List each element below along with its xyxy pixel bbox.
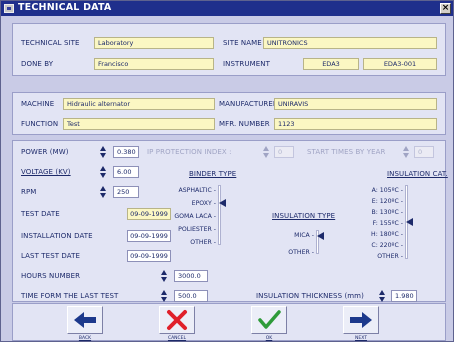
- instrument-field-1[interactable]: EDA3: [303, 58, 359, 70]
- binder-option[interactable]: EPOXY -: [161, 200, 216, 207]
- insulation-thickness-spinner[interactable]: [379, 290, 386, 302]
- machine-label: MACHINE: [21, 100, 55, 108]
- mfr-number-label: MFR. NUMBER: [219, 120, 270, 128]
- insulation-cat-option[interactable]: C: 220ºC -: [350, 242, 403, 249]
- rpm-field[interactable]: 250: [113, 186, 139, 198]
- insulation-type-option[interactable]: MICA -: [273, 232, 314, 239]
- cancel-x-icon: [167, 310, 187, 330]
- binder-type-pointer-icon[interactable]: [219, 199, 226, 207]
- power-spinner[interactable]: [100, 146, 107, 158]
- ip-protection-label: IP PROTECTION INDEX :: [147, 148, 232, 156]
- hours-number-label: HOURS NUMBER: [21, 272, 81, 280]
- ip-protection-field[interactable]: 0: [274, 146, 294, 158]
- voltage-label: VOLTAGE (KV): [21, 168, 71, 176]
- manufacturer-label: MANUFACTURER: [219, 100, 278, 108]
- back-arrow-icon: [74, 312, 96, 328]
- time-last-test-field[interactable]: 500.0: [174, 290, 208, 302]
- start-times-label: START TIMES BY YEAR: [307, 148, 386, 156]
- insulation-cat-option[interactable]: B: 130ºC -: [350, 209, 403, 216]
- done-by-field[interactable]: Francisco: [94, 58, 214, 70]
- manufacturer-field[interactable]: UNIRAVIS: [274, 98, 437, 110]
- time-last-test-spinner[interactable]: [161, 290, 168, 302]
- instrument-field-2[interactable]: EDA3-001: [363, 58, 437, 70]
- title-bar: TECHNICAL DATA ×: [1, 1, 453, 16]
- rpm-spinner[interactable]: [100, 186, 107, 198]
- voltage-field[interactable]: 6.00: [113, 166, 139, 178]
- ok-button[interactable]: [251, 306, 287, 334]
- next-button[interactable]: [343, 306, 379, 334]
- binder-option[interactable]: ASPHALTIC -: [161, 187, 217, 194]
- last-test-date-label: LAST TEST DATE: [21, 252, 81, 260]
- insulation-cat-option[interactable]: E: 120ºC -: [350, 198, 403, 205]
- binder-type-slider-track[interactable]: [218, 185, 221, 245]
- insulation-cat-option[interactable]: OTHER -: [350, 253, 403, 260]
- ok-check-icon: [258, 310, 281, 329]
- installation-date-label: INSTALLATION DATE: [21, 232, 93, 240]
- app-icon: [4, 4, 14, 13]
- next-label: NEXT: [355, 336, 367, 341]
- back-label: BACK: [78, 336, 92, 341]
- hours-number-field[interactable]: 3000.0: [174, 270, 208, 282]
- next-arrow-icon: [350, 312, 372, 328]
- site-name-label: SITE NAME: [223, 39, 262, 47]
- binder-option[interactable]: OTHER -: [161, 239, 216, 246]
- test-date-label: TEST DATE: [21, 210, 60, 218]
- close-icon[interactable]: ×: [440, 3, 451, 14]
- ok-label: OK: [265, 336, 273, 341]
- rpm-label: RPM: [21, 188, 37, 196]
- insulation-type-pointer-icon[interactable]: [317, 232, 324, 240]
- binder-type-title: BINDER TYPE: [189, 170, 237, 178]
- binder-option[interactable]: POLIESTER -: [161, 226, 216, 233]
- insulation-cat-option[interactable]: A: 105ºC -: [350, 187, 403, 194]
- start-times-field[interactable]: 0: [414, 146, 434, 158]
- cancel-label: CANCEL: [167, 336, 187, 341]
- function-label: FUNCTION: [21, 120, 59, 128]
- technical-site-label: TECHNICAL SITE: [21, 39, 80, 47]
- start-times-spinner[interactable]: [403, 146, 410, 158]
- insulation-cat-option[interactable]: F: 155ºC -: [350, 220, 403, 227]
- instrument-label: INSTRUMENT: [223, 60, 270, 68]
- insulation-type-title: INSULATION TYPE: [272, 212, 336, 220]
- insulation-thickness-field[interactable]: 1.980: [391, 290, 417, 302]
- hours-number-spinner[interactable]: [161, 270, 168, 282]
- machine-field[interactable]: Hidraulic alternator: [63, 98, 215, 110]
- power-field[interactable]: 0.380: [113, 146, 139, 158]
- insulation-thickness-label: INSULATION THICKNESS (mm): [256, 292, 364, 300]
- mfr-number-field[interactable]: 1123: [274, 118, 437, 130]
- last-test-date-field[interactable]: 09-09-1999: [127, 250, 171, 262]
- cancel-button[interactable]: [159, 306, 195, 334]
- insulation-cat-option[interactable]: H: 180ºC -: [350, 231, 403, 238]
- power-label: POWER (MW): [21, 148, 69, 156]
- ip-protection-spinner[interactable]: [263, 146, 270, 158]
- function-field[interactable]: Test: [63, 118, 215, 130]
- insulation-type-option[interactable]: OTHER -: [273, 249, 314, 256]
- technical-site-field[interactable]: Laboratory: [94, 37, 214, 49]
- done-by-label: DONE BY: [21, 60, 54, 68]
- insulation-cat-title: INSULATION CAT.: [387, 170, 448, 178]
- window-title: TECHNICAL DATA: [18, 2, 112, 13]
- insulation-cat-pointer-icon[interactable]: [406, 218, 413, 226]
- site-name-field[interactable]: UNITRONICS: [263, 37, 437, 49]
- binder-option[interactable]: GOMA LACA -: [161, 213, 216, 220]
- technical-data-window: TECHNICAL DATA × TECHNICAL SITE Laborato…: [0, 0, 454, 342]
- voltage-spinner[interactable]: [100, 166, 107, 178]
- time-last-test-label: TIME FORM THE LAST TEST: [21, 292, 119, 300]
- back-button[interactable]: [67, 306, 103, 334]
